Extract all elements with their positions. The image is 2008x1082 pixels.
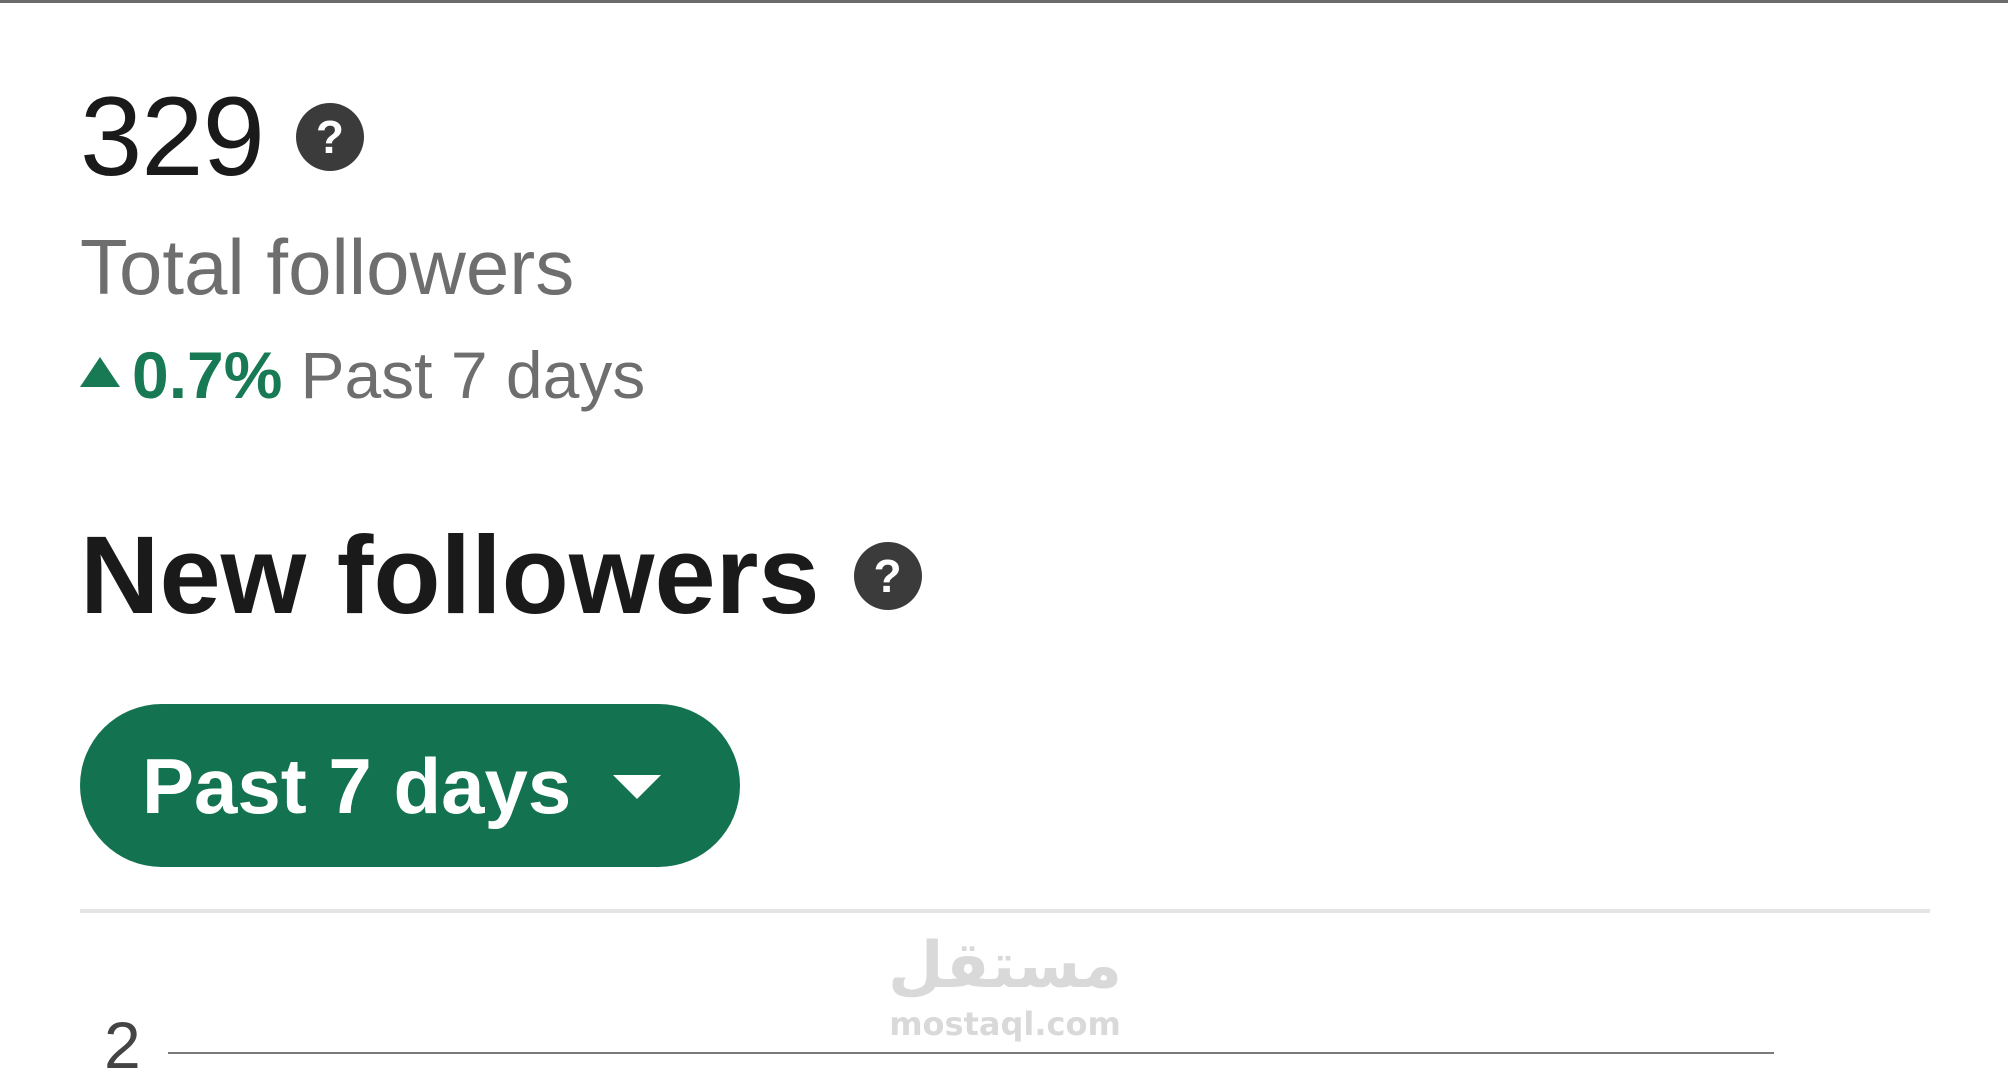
triangle-up-icon bbox=[80, 357, 120, 387]
help-icon[interactable]: ? bbox=[853, 542, 922, 610]
follower-change: 0.7% Past 7 days bbox=[80, 336, 645, 414]
watermark-brand: مستقل bbox=[887, 929, 1123, 1003]
date-range-value: Past 7 days bbox=[142, 741, 572, 830]
chart-y-tick: 2 bbox=[104, 1008, 141, 1082]
total-followers-label: Total followers bbox=[80, 223, 575, 311]
change-period: Past 7 days bbox=[300, 338, 646, 412]
watermark: مستقل mostaql.com bbox=[880, 928, 1130, 1044]
help-icon[interactable]: ? bbox=[295, 103, 364, 171]
chart-gridline bbox=[168, 1052, 1774, 1054]
date-range-dropdown[interactable]: Past 7 days bbox=[80, 704, 740, 867]
section-divider bbox=[80, 909, 1930, 913]
total-followers-header: 329 ? bbox=[80, 78, 364, 196]
top-divider bbox=[0, 0, 2008, 3]
change-percent: 0.7% bbox=[132, 338, 283, 412]
total-followers-count: 329 bbox=[80, 74, 265, 199]
new-followers-header: New followers ? bbox=[80, 516, 922, 636]
watermark-url: mostaql.com bbox=[889, 1005, 1121, 1043]
new-followers-title: New followers bbox=[80, 514, 820, 637]
caret-down-icon bbox=[613, 774, 662, 799]
